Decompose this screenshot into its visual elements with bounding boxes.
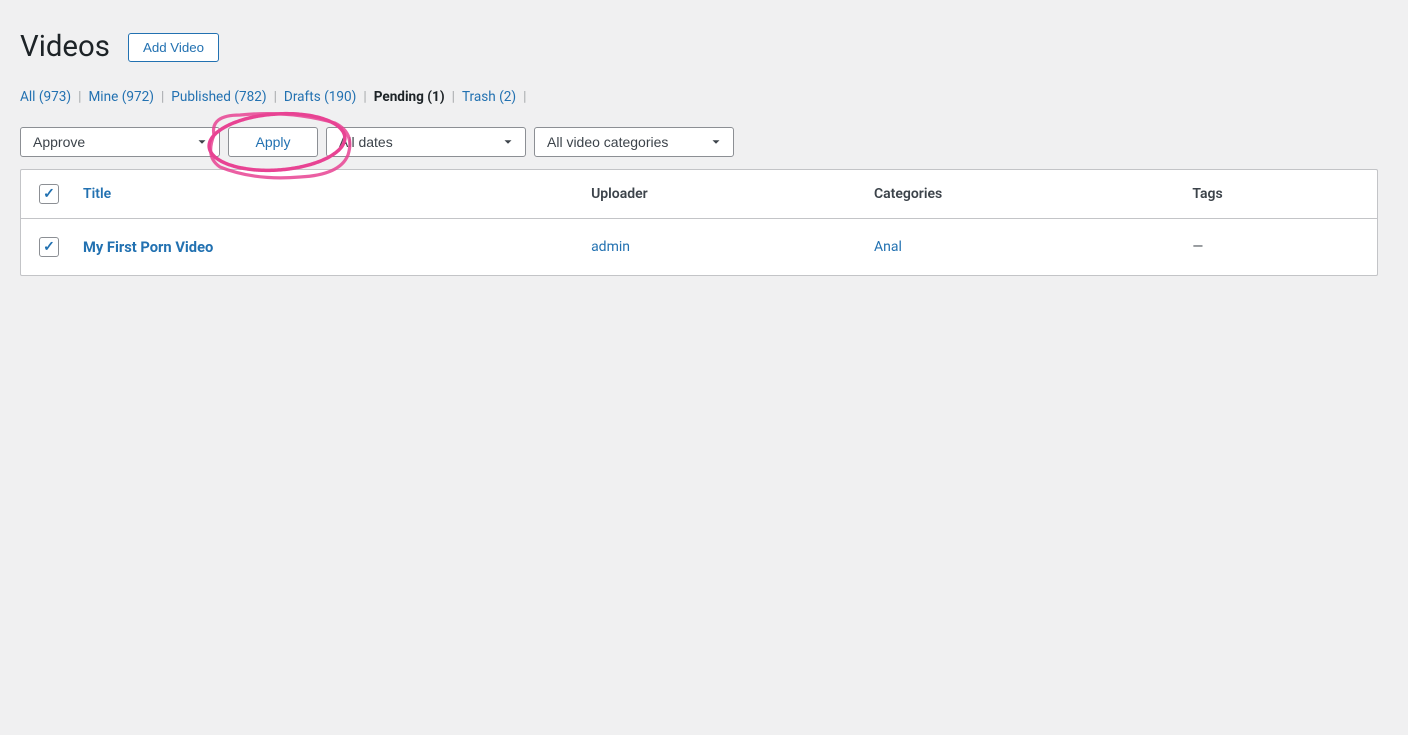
filter-sep-2: | (161, 89, 164, 105)
col-header-categories: Categories (856, 170, 1174, 219)
filter-sep-4: | (363, 89, 366, 105)
filter-trash[interactable]: Trash (2) (462, 89, 516, 105)
row-categories-cell: Anal (856, 219, 1174, 276)
row-checkbox[interactable]: ✓ (39, 237, 59, 257)
filter-links: All (973) | Mine (972) | Published (782)… (20, 89, 1378, 105)
filter-drafts[interactable]: Drafts (190) (284, 89, 356, 105)
filter-sep-3: | (274, 89, 277, 105)
row-checkbox-cell: ✓ (21, 219, 65, 276)
filter-all[interactable]: All (973) (20, 89, 71, 105)
row-uploader-cell: admin (573, 219, 856, 276)
checkmark-icon: ✓ (43, 186, 55, 202)
filter-mine[interactable]: Mine (972) (88, 89, 154, 105)
uploader-link[interactable]: admin (591, 239, 630, 255)
tags-value: — (1192, 239, 1203, 255)
video-title-link[interactable]: My First Porn Video (83, 238, 213, 256)
videos-table: ✓ Title Uploader Categories Tags ✓ My Fi… (21, 170, 1377, 275)
col-header-title[interactable]: Title (65, 170, 573, 219)
col-header-tags: Tags (1174, 170, 1377, 219)
filter-sep-5: | (452, 89, 455, 105)
table-header-row: ✓ Title Uploader Categories Tags (21, 170, 1377, 219)
row-title-cell: My First Porn Video (65, 219, 573, 276)
table-row: ✓ My First Porn Video admin Anal — (21, 219, 1377, 276)
filter-sep-1: | (78, 89, 81, 105)
apply-button[interactable]: Apply (228, 127, 318, 157)
toolbar: Approve Delete Permanently Apply All dat… (20, 119, 1378, 165)
page-title: Videos (20, 30, 110, 65)
filter-sep-6: | (523, 89, 526, 105)
filter-published[interactable]: Published (782) (171, 89, 266, 105)
header-checkbox-col: ✓ (21, 170, 65, 219)
category-link[interactable]: Anal (874, 239, 902, 255)
page-header: Videos Add Video (20, 30, 1378, 65)
category-filter-select[interactable]: All video categories (534, 127, 734, 157)
date-filter-select[interactable]: All dates (326, 127, 526, 157)
row-tags-cell: — (1174, 219, 1377, 276)
row-checkmark-icon: ✓ (43, 239, 55, 255)
videos-table-wrapper: ✓ Title Uploader Categories Tags ✓ My Fi… (20, 169, 1378, 276)
add-video-button[interactable]: Add Video (128, 33, 219, 62)
col-header-uploader: Uploader (573, 170, 856, 219)
select-all-checkbox[interactable]: ✓ (39, 184, 59, 204)
filter-pending[interactable]: Pending (1) (374, 89, 445, 105)
bulk-action-select[interactable]: Approve Delete Permanently (20, 127, 220, 157)
apply-button-wrapper: Apply (228, 127, 318, 157)
